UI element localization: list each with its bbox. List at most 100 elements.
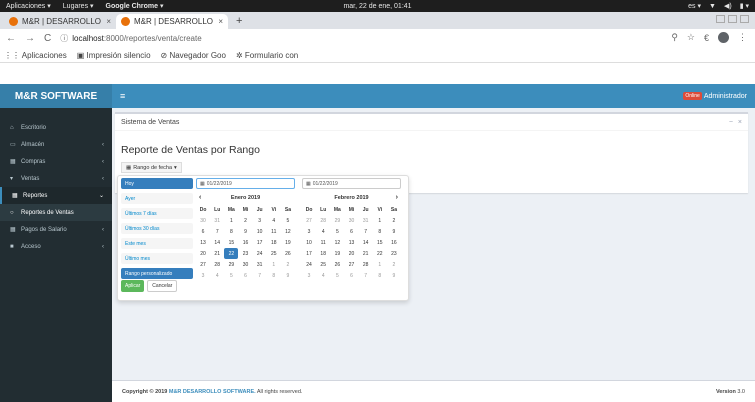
calendar-day[interactable]: 5 [281, 215, 295, 226]
close-icon[interactable]: × [738, 119, 742, 126]
profile-avatar[interactable] [718, 32, 729, 43]
calendar-day[interactable]: 21 [359, 248, 373, 259]
calendar-day[interactable]: 6 [238, 270, 252, 281]
browser-tab[interactable]: M&R | DESARROLLO DE × [4, 14, 116, 29]
os-browser-menu[interactable]: Google Chrome ▾ [106, 2, 164, 10]
calendar-day[interactable]: 27 [196, 259, 210, 270]
battery-icon[interactable]: ▮ ▾ [740, 2, 749, 10]
calendar-day[interactable]: 29 [330, 215, 344, 226]
sidebar-item-compras[interactable]: ▦ Compras ‹ [0, 153, 112, 170]
range-custom[interactable]: Rango personalizado [121, 268, 193, 279]
start-date-input[interactable]: ▦ 01/22/2019 [196, 178, 295, 189]
bookmark-item[interactable]: ⊘ Navegador Goo [161, 51, 226, 60]
language-indicator[interactable]: es ▾ [688, 2, 701, 10]
calendar-day[interactable]: 1 [267, 259, 281, 270]
close-icon[interactable]: × [218, 17, 223, 26]
calendar-day[interactable]: 9 [238, 226, 252, 237]
range-yesterday[interactable]: Ayer [121, 193, 193, 204]
calendar-day[interactable]: 17 [302, 248, 316, 259]
calendar-day[interactable]: 4 [210, 270, 224, 281]
calendar-day[interactable]: 3 [302, 270, 316, 281]
calendar-day[interactable]: 7 [210, 226, 224, 237]
new-tab-button[interactable]: + [228, 15, 250, 29]
calendar-day[interactable]: 3 [302, 226, 316, 237]
range-last-30-days[interactable]: Últimos 30 días [121, 223, 193, 234]
next-month-icon[interactable]: › [396, 194, 398, 201]
calendar-day[interactable]: 5 [330, 270, 344, 281]
calendar-day[interactable]: 30 [344, 215, 358, 226]
range-this-month[interactable]: Este mes [121, 238, 193, 249]
sidebar-item-escritorio[interactable]: ⌂ Escritorio [0, 119, 112, 136]
calendar-day[interactable]: 7 [253, 270, 267, 281]
calendar-day[interactable]: 1 [224, 215, 238, 226]
bookmark-apps[interactable]: ⋮⋮ Aplicaciones [4, 51, 67, 60]
cancel-button[interactable]: Cancelar [147, 280, 178, 292]
calendar-day[interactable]: 31 [253, 259, 267, 270]
company-link[interactable]: M&R DESARROLLO SOFTWARE. [169, 389, 256, 395]
volume-icon[interactable]: ◀) [724, 2, 732, 10]
calendar-day[interactable]: 3 [253, 215, 267, 226]
calendar-day[interactable]: 29 [224, 259, 238, 270]
calendar-day[interactable]: 8 [373, 226, 387, 237]
calendar-day[interactable]: 4 [316, 226, 330, 237]
calendar-day[interactable]: 17 [253, 237, 267, 248]
collapse-icon[interactable]: − [729, 119, 733, 126]
calendar-day[interactable]: 26 [330, 259, 344, 270]
calendar-day[interactable]: 27 [344, 259, 358, 270]
sidebar-toggle-icon[interactable]: ≡ [120, 91, 125, 101]
calendar-day[interactable]: 15 [224, 237, 238, 248]
calendar-day[interactable]: 2 [387, 215, 401, 226]
calendar-day[interactable]: 19 [330, 248, 344, 259]
calendar-day[interactable]: 8 [224, 226, 238, 237]
calendar-day[interactable]: 12 [281, 226, 295, 237]
calendar-day[interactable]: 5 [224, 270, 238, 281]
calendar-day[interactable]: 18 [267, 237, 281, 248]
calendar-day[interactable]: 13 [344, 237, 358, 248]
calendar-day[interactable]: 9 [387, 226, 401, 237]
calendar-day[interactable]: 9 [387, 270, 401, 281]
calendar-day[interactable]: 6 [196, 226, 210, 237]
browser-tab-active[interactable]: M&R | DESARROLLO DE × [116, 14, 228, 29]
calendar-day[interactable]: 30 [238, 259, 252, 270]
calendar-day[interactable]: 10 [302, 237, 316, 248]
calendar-day[interactable]: 19 [281, 237, 295, 248]
calendar-day[interactable]: 11 [316, 237, 330, 248]
calendar-day[interactable]: 31 [210, 215, 224, 226]
extension-icon[interactable]: € [704, 33, 709, 43]
calendar-day[interactable]: 28 [316, 215, 330, 226]
calendar-day[interactable]: 24 [253, 248, 267, 259]
maximize-icon[interactable] [728, 15, 737, 23]
calendar-day[interactable]: 21 [210, 248, 224, 259]
minimize-icon[interactable] [716, 15, 725, 23]
sidebar-item-reportes-ventas[interactable]: ○ Reportes de Ventas [0, 204, 112, 221]
calendar-day[interactable]: 22 [224, 248, 239, 259]
sidebar-item-pagos-salario[interactable]: ▦ Pagos de Salario ‹ [0, 221, 112, 238]
sidebar-item-almacen[interactable]: ▭ Almacén ‹ [0, 136, 112, 153]
calendar-day[interactable]: 12 [330, 237, 344, 248]
calendar-day[interactable]: 13 [196, 237, 210, 248]
os-apps-menu[interactable]: Aplicaciones ▾ [6, 2, 51, 10]
url-field[interactable]: localhost:8000/reportes/venta/create [72, 34, 201, 43]
calendar-day[interactable]: 18 [316, 248, 330, 259]
calendar-day[interactable]: 8 [267, 270, 281, 281]
zoom-icon[interactable]: ⚲ [671, 32, 678, 43]
sidebar-item-acceso[interactable]: ■ Acceso ‹ [0, 238, 112, 255]
bookmark-star-icon[interactable]: ☆ [687, 32, 695, 43]
calendar-day[interactable]: 23 [238, 248, 252, 259]
calendar-day[interactable]: 1 [373, 259, 387, 270]
calendar-day[interactable]: 2 [387, 259, 401, 270]
calendar-day[interactable]: 14 [359, 237, 373, 248]
close-window-icon[interactable] [740, 15, 749, 23]
reload-icon[interactable]: C [44, 33, 51, 44]
bookmark-item[interactable]: ✲ Formulario con [236, 51, 298, 60]
calendar-day[interactable]: 31 [359, 215, 373, 226]
calendar-day[interactable]: 20 [196, 248, 210, 259]
calendar-day[interactable]: 10 [253, 226, 267, 237]
brand-logo[interactable]: M&R SOFTWARE [0, 84, 112, 108]
calendar-day[interactable]: 7 [359, 226, 373, 237]
sidebar-item-reportes[interactable]: ▦ Reportes ⌄ [0, 187, 112, 204]
calendar-day[interactable]: 11 [267, 226, 281, 237]
calendar-day[interactable]: 4 [267, 215, 281, 226]
calendar-day[interactable]: 2 [281, 259, 295, 270]
range-last-month[interactable]: Último mes [121, 253, 193, 264]
